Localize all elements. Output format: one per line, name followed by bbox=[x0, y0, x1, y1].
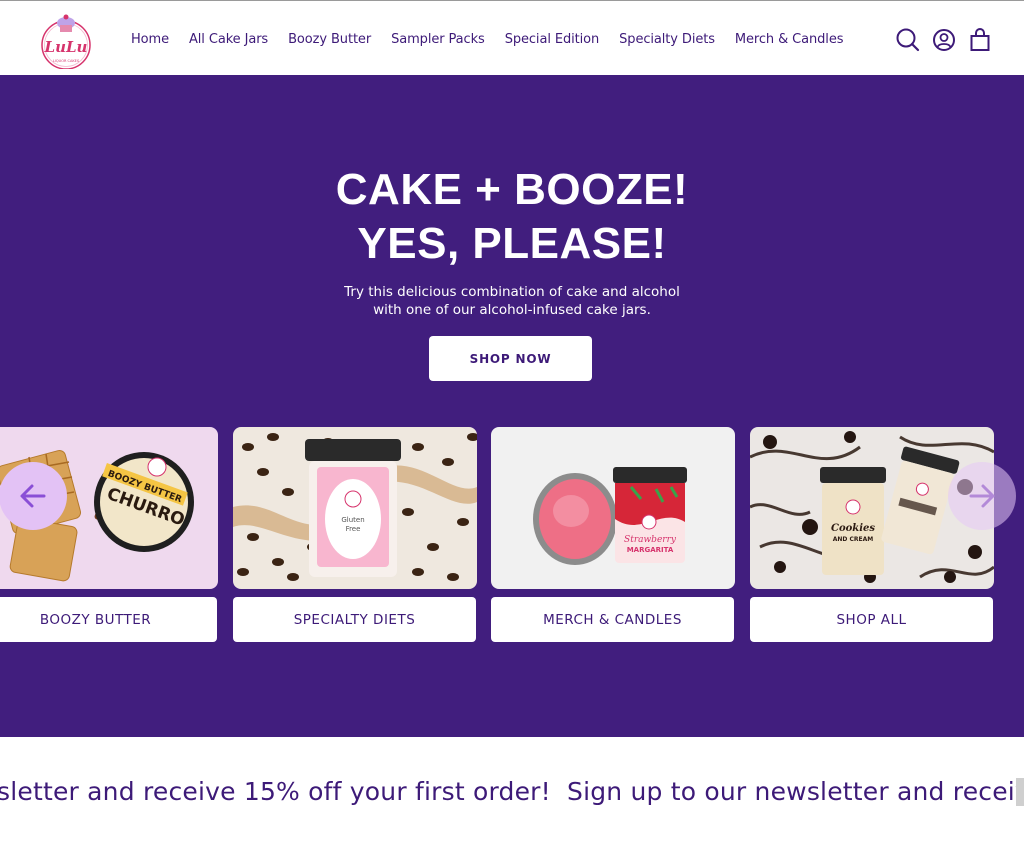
collection-card-specialty-diets[interactable]: Gluten Free SPECIALTY DIETS bbox=[233, 427, 477, 642]
nav-all-cake-jars[interactable]: All Cake Jars bbox=[189, 32, 268, 47]
cart-icon[interactable] bbox=[968, 27, 992, 53]
svg-text:Cookies: Cookies bbox=[831, 523, 875, 534]
main-nav: Home All Cake Jars Boozy Butter Sampler … bbox=[131, 32, 863, 47]
nav-sampler-packs[interactable]: Sampler Packs bbox=[391, 32, 485, 47]
hero-subtitle: Try this delicious combination of cake a… bbox=[312, 283, 712, 319]
svg-text:LuLu: LuLu bbox=[44, 38, 88, 56]
search-icon[interactable] bbox=[896, 27, 920, 53]
hero-subtitle-line-2: with one of our alcohol-infused cake jar… bbox=[373, 302, 651, 318]
nav-home[interactable]: Home bbox=[131, 32, 169, 47]
svg-text:Gluten: Gluten bbox=[341, 516, 364, 524]
header-actions bbox=[896, 27, 992, 53]
collection-image-merch-candles[interactable]: Strawberry MARGARITA bbox=[491, 427, 735, 589]
shop-now-button[interactable]: SHOP NOW bbox=[429, 336, 592, 381]
carousel-next-button[interactable] bbox=[948, 462, 1016, 530]
marquee-text-a: sletter and receive 15% off your first o… bbox=[0, 777, 551, 806]
collection-label-specialty-diets[interactable]: SPECIALTY DIETS bbox=[233, 597, 476, 642]
collection-label-boozy-butter[interactable]: BOOZY BUTTER bbox=[0, 597, 217, 642]
arrow-left-icon bbox=[20, 484, 46, 508]
hero-title: CAKE + BOOZE! YES, PLEASE! bbox=[0, 163, 1024, 271]
account-icon[interactable] bbox=[932, 27, 956, 53]
nav-specialty-diets[interactable]: Specialty Diets bbox=[619, 32, 715, 47]
svg-text:LIQUOR CAKES: LIQUOR CAKES bbox=[53, 59, 80, 63]
svg-text:Free: Free bbox=[346, 525, 361, 533]
nav-boozy-butter[interactable]: Boozy Butter bbox=[288, 32, 371, 47]
site-header: LuLu LIQUOR CAKES Home All Cake Jars Boo… bbox=[0, 0, 1024, 75]
nav-merch-candles[interactable]: Merch & Candles bbox=[735, 32, 844, 47]
collection-card-merch-candles[interactable]: Strawberry MARGARITA MERCH & CANDLES bbox=[491, 427, 735, 642]
svg-text:AND CREAM: AND CREAM bbox=[833, 536, 874, 543]
carousel-prev-button[interactable] bbox=[0, 462, 67, 530]
svg-text:Strawberry: Strawberry bbox=[624, 535, 677, 545]
newsletter-marquee[interactable]: sletter and receive 15% off your first o… bbox=[0, 737, 1024, 863]
arrow-right-icon bbox=[969, 484, 995, 508]
collection-image-specialty-diets[interactable]: Gluten Free bbox=[233, 427, 477, 589]
collection-label-shop-all[interactable]: SHOP ALL bbox=[750, 597, 993, 642]
collection-label-merch-candles[interactable]: MERCH & CANDLES bbox=[491, 597, 734, 642]
hero-section: CAKE + BOOZE! YES, PLEASE! Try this deli… bbox=[0, 75, 1024, 737]
page-scrollbar[interactable] bbox=[1016, 778, 1024, 806]
brand-logo[interactable]: LuLu LIQUOR CAKES bbox=[38, 11, 94, 70]
marquee-text-b: Sign up to our newsletter and receiv bbox=[567, 777, 1024, 806]
hero-subtitle-line-1: Try this delicious combination of cake a… bbox=[344, 284, 680, 300]
hero-title-line-1: CAKE + BOOZE! bbox=[335, 165, 689, 214]
hero-title-line-2: YES, PLEASE! bbox=[357, 219, 667, 268]
svg-text:MARGARITA: MARGARITA bbox=[627, 546, 674, 554]
nav-special-edition[interactable]: Special Edition bbox=[505, 32, 600, 47]
